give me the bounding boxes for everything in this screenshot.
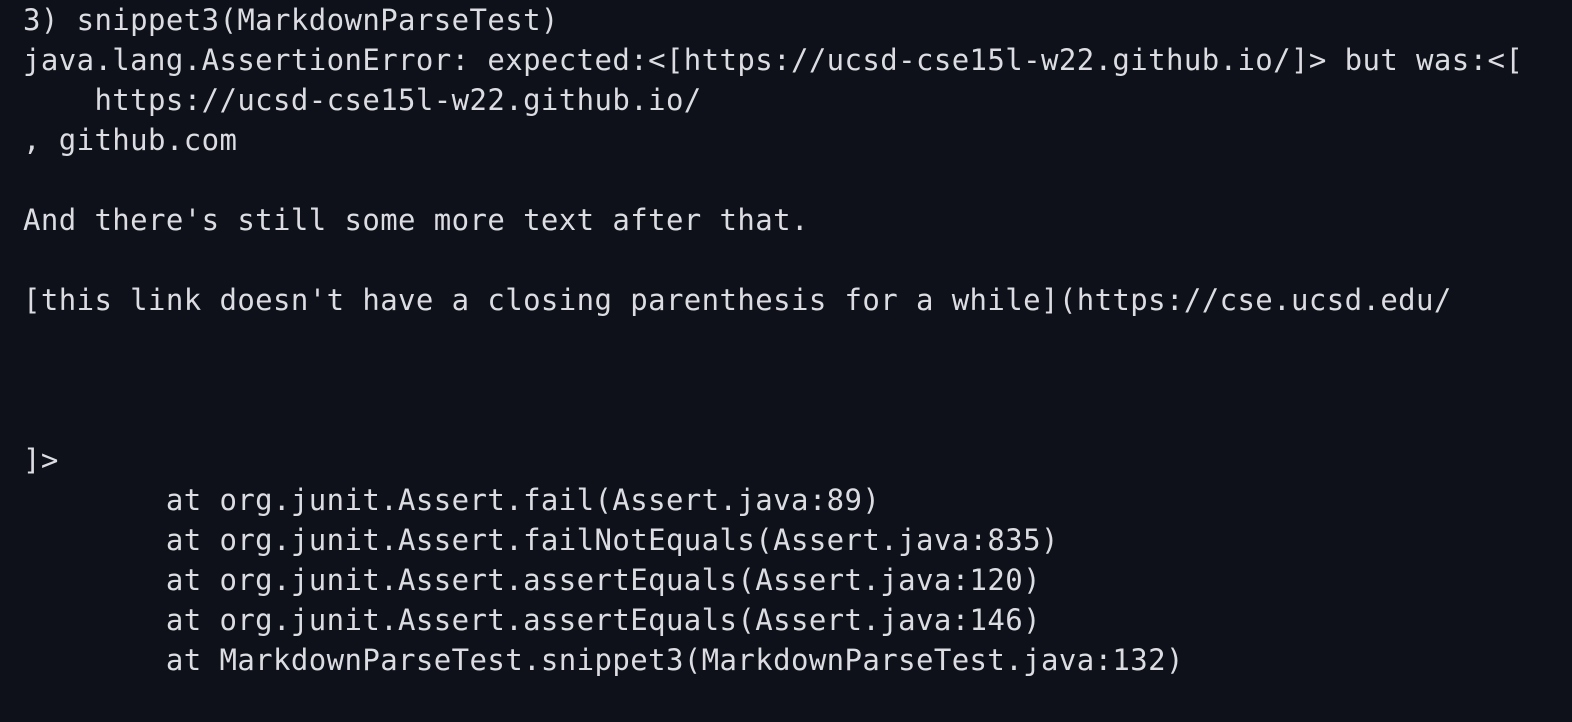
output-line: [this link doesn't have a closing parent…: [23, 283, 1452, 317]
terminal-output[interactable]: 3) snippet3(MarkdownParseTest) java.lang…: [0, 0, 1572, 722]
output-line: , github.com: [23, 123, 238, 157]
stack-trace-line: at org.junit.Assert.assertEquals(Assert.…: [23, 603, 1041, 637]
output-line: ]>: [23, 443, 59, 477]
stack-trace-line: at MarkdownParseTest.snippet3(MarkdownPa…: [23, 643, 1184, 677]
stack-trace-line: at org.junit.Assert.fail(Assert.java:89): [23, 483, 881, 517]
assertion-error-line: java.lang.AssertionError: expected:<[htt…: [23, 43, 1524, 77]
output-line: And there's still some more text after t…: [23, 203, 809, 237]
stack-trace-line: at org.junit.Assert.assertEquals(Assert.…: [23, 563, 1041, 597]
test-failure-header: 3) snippet3(MarkdownParseTest): [23, 3, 559, 37]
output-line: https://ucsd-cse15l-w22.github.io/: [23, 83, 702, 117]
stack-trace-line: at org.junit.Assert.failNotEquals(Assert…: [23, 523, 1059, 557]
